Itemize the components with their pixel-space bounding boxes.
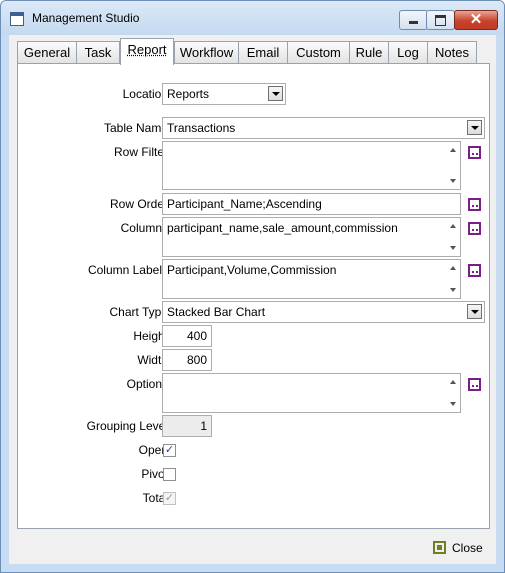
row-filter-ellipsis-button[interactable] xyxy=(468,146,481,159)
row-filter-label: Row Filter xyxy=(113,145,168,159)
tab-notes[interactable]: Notes xyxy=(427,41,477,63)
columns-label: Columns xyxy=(120,221,168,235)
tab-custom[interactable]: Custom xyxy=(287,41,350,63)
location-value: Reports xyxy=(167,87,210,101)
open-label: Open xyxy=(138,443,168,457)
pivot-label: Pivot xyxy=(141,467,168,481)
window-title: Management Studio xyxy=(32,11,140,25)
height-input[interactable]: 400 xyxy=(162,325,212,347)
close-icon: ✕ xyxy=(469,11,483,28)
maximize-button[interactable] xyxy=(426,10,455,30)
scroll-down-icon[interactable] xyxy=(450,402,456,406)
tab-task[interactable]: Task xyxy=(76,41,120,63)
close-square-icon xyxy=(433,541,446,554)
pivot-checkbox[interactable] xyxy=(163,468,176,481)
row-filter-scrollbar[interactable] xyxy=(446,142,460,189)
columns-ellipsis-button[interactable] xyxy=(468,222,481,235)
column-labels-scrollbar[interactable] xyxy=(446,260,460,298)
columns-scrollbar[interactable] xyxy=(446,218,460,256)
table-name-label: Table Name xyxy=(103,121,168,135)
open-checkbox[interactable]: ✓ xyxy=(163,444,176,457)
report-panel: Location Reports Table Name Transactions… xyxy=(17,63,490,529)
scroll-up-icon[interactable] xyxy=(450,148,456,152)
total-checkbox[interactable]: ✓ xyxy=(163,492,176,505)
management-studio-window: Management Studio ✕ General Task Report … xyxy=(0,0,505,573)
row-order-ellipsis-button[interactable] xyxy=(468,198,481,211)
tab-report[interactable]: Report xyxy=(120,38,174,65)
close-label: Close xyxy=(452,541,483,555)
tab-email[interactable]: Email xyxy=(238,41,288,63)
columns-input[interactable]: participant_name,sale_amount,commission xyxy=(162,217,461,257)
title-bar[interactable]: Management Studio ✕ xyxy=(1,1,504,35)
scroll-up-icon[interactable] xyxy=(450,380,456,384)
close-window-button[interactable]: ✕ xyxy=(454,10,498,30)
chart-type-value: Stacked Bar Chart xyxy=(167,305,266,319)
row-order-label: Row Order xyxy=(109,197,168,211)
height-label: Height xyxy=(133,329,168,343)
tab-general[interactable]: General xyxy=(17,41,77,63)
scroll-up-icon[interactable] xyxy=(450,266,456,270)
scroll-down-icon[interactable] xyxy=(450,246,456,250)
row-order-input[interactable]: Participant_Name;Ascending xyxy=(162,193,461,215)
maximize-icon xyxy=(435,15,446,26)
scroll-down-icon[interactable] xyxy=(450,288,456,292)
tab-workflow[interactable]: Workflow xyxy=(174,41,239,63)
minimize-button[interactable] xyxy=(399,10,428,30)
tab-log[interactable]: Log xyxy=(388,41,428,63)
chart-type-select[interactable]: Stacked Bar Chart xyxy=(162,301,485,323)
options-ellipsis-button[interactable] xyxy=(468,378,481,391)
width-label: Width xyxy=(137,353,168,367)
chevron-down-icon[interactable] xyxy=(467,304,482,319)
chevron-down-icon[interactable] xyxy=(467,120,482,135)
grouping-level-label: Grouping Level xyxy=(86,419,168,433)
table-name-value: Transactions xyxy=(167,121,236,135)
app-icon xyxy=(10,12,24,26)
location-select[interactable]: Reports xyxy=(162,83,286,105)
location-label: Location xyxy=(122,87,168,101)
grouping-level-input[interactable]: 1 xyxy=(162,415,212,437)
options-label: Options xyxy=(126,377,168,391)
column-labels-label: Column Labels xyxy=(87,263,168,277)
options-input[interactable] xyxy=(162,373,461,413)
total-label: Total xyxy=(142,491,168,505)
options-scrollbar[interactable] xyxy=(446,374,460,412)
tab-rule[interactable]: Rule xyxy=(349,41,389,63)
width-input[interactable]: 800 xyxy=(162,349,212,371)
chart-type-label: Chart Type xyxy=(109,305,168,319)
scroll-down-icon[interactable] xyxy=(450,179,456,183)
dialog-body: General Task Report Workflow Email Custo… xyxy=(9,35,496,564)
column-labels-ellipsis-button[interactable] xyxy=(468,264,481,277)
table-name-select[interactable]: Transactions xyxy=(162,117,485,139)
row-filter-input[interactable] xyxy=(162,141,461,190)
scroll-up-icon[interactable] xyxy=(450,224,456,228)
chevron-down-icon[interactable] xyxy=(268,86,283,101)
column-labels-input[interactable]: Participant,Volume,Commission xyxy=(162,259,461,299)
minimize-icon xyxy=(409,21,418,24)
